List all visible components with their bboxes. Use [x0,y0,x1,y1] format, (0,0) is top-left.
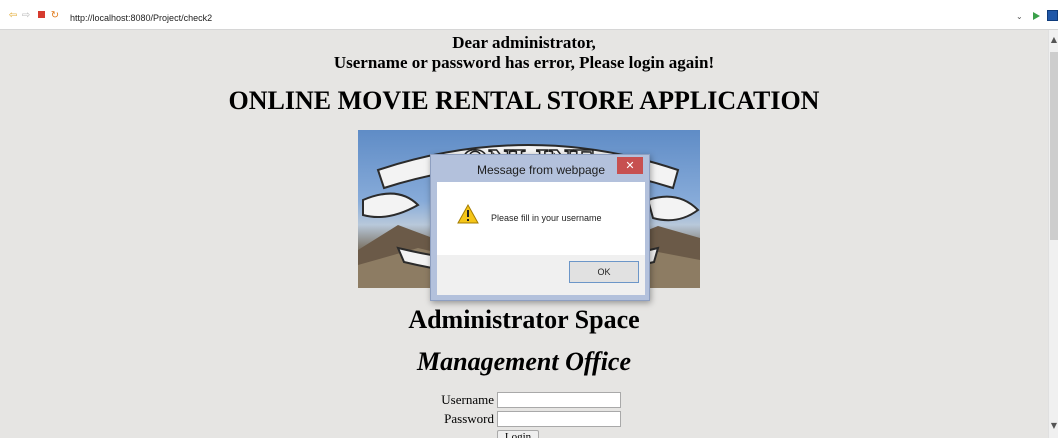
login-button[interactable]: Login [497,430,539,438]
admin-title: Administrator Space [408,305,640,334]
dialog-close-button[interactable]: ✕ [617,157,643,174]
url-dropdown-icon[interactable]: ⌄ [1016,12,1023,21]
password-input[interactable] [497,411,621,427]
alert-dialog: Message from webpage ✕ Please fill in yo… [430,154,650,301]
dialog-message: Please fill in your username [491,213,602,223]
greeting-text: Dear administrator, [452,33,596,52]
office-title: Management Office [417,347,631,376]
dialog-footer: OK [437,255,645,295]
stop-icon[interactable] [36,11,46,21]
username-input[interactable] [497,392,621,408]
browser-toolbar: ⇦ ⇨ ↻ http://localhost:8080/Project/chec… [0,0,1058,30]
scroll-up-arrow-icon[interactable]: ▲ [1049,36,1058,44]
vertical-scrollbar[interactable]: ▲ ▼ [1048,30,1058,438]
refresh-icon[interactable]: ↻ [50,11,60,21]
back-icon[interactable]: ⇦ [8,11,18,21]
forward-icon[interactable]: ⇨ [21,11,31,21]
dialog-body: Please fill in your username [437,182,645,255]
app-title: ONLINE MOVIE RENTAL STORE APPLICATION [228,86,820,115]
error-message: Username or password has error, Please l… [333,53,715,72]
warning-icon [457,204,479,224]
address-bar[interactable]: http://localhost:8080/Project/check2 [70,13,212,23]
ok-button[interactable]: OK [569,261,639,283]
extension-icon[interactable] [1047,10,1058,21]
username-label: Username [441,392,494,407]
scroll-thumb[interactable] [1050,52,1058,240]
password-label: Password [444,411,494,426]
go-icon[interactable] [1033,12,1040,20]
scroll-down-arrow-icon[interactable]: ▼ [1049,422,1058,430]
